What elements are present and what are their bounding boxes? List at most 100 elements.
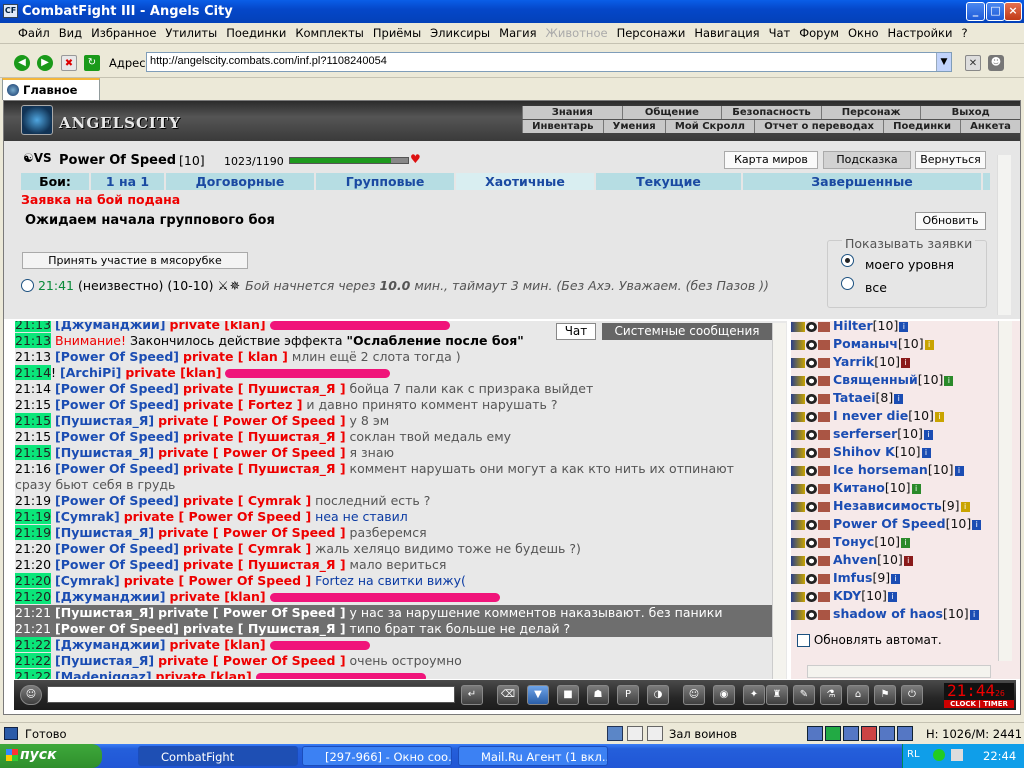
chat-nick[interactable]: [Пушистая_Я] — [55, 605, 154, 620]
nav-link[interactable]: Безопасность — [721, 106, 821, 119]
user-row[interactable]: Тонус[10] i — [791, 533, 1006, 551]
user-row[interactable]: Ahven[10] i — [791, 551, 1006, 569]
users-scrollbar[interactable] — [998, 321, 1012, 661]
user-row[interactable]: Tataei[8] i — [791, 389, 1006, 407]
chat-private-target[interactable]: private [ Fortez ] — [183, 397, 302, 412]
start-button[interactable]: пуск — [0, 744, 102, 768]
user-info-icon[interactable]: i — [934, 411, 944, 422]
chat-private-target[interactable]: private [ Пушистая_Я ] — [183, 381, 346, 396]
player-name[interactable]: Power Of Speed — [59, 153, 176, 168]
task-combatfight[interactable]: CombatFight — [138, 746, 298, 766]
refresh-icon[interactable]: ↻ — [84, 55, 100, 71]
eraser-icon[interactable]: ⌫ — [497, 685, 519, 705]
notes-status-icon[interactable] — [627, 726, 643, 741]
potion-icon[interactable]: ⚗ — [820, 685, 842, 705]
chat-private-target[interactable]: private [ Cymrak ] — [183, 541, 311, 556]
chat-nick[interactable]: [Джуманджии] — [55, 637, 166, 652]
menu-item[interactable]: Персонажи — [617, 26, 686, 43]
chat-nick[interactable]: [Пушистая_Я] — [55, 525, 154, 540]
menu-item[interactable]: Утилиты — [165, 26, 217, 43]
battle-tab[interactable]: Хаотичные — [456, 173, 596, 190]
chat-private-target[interactable]: private [klan] — [156, 669, 252, 679]
shield-icon[interactable]: ◑ — [647, 685, 669, 705]
auto-refresh-checkbox[interactable] — [797, 634, 810, 647]
network-tray-icon[interactable] — [951, 749, 963, 761]
hint-button[interactable]: Подсказка — [823, 151, 911, 169]
menu-item[interactable]: Вид — [59, 26, 82, 43]
maximize-button[interactable]: □ — [986, 2, 1005, 21]
task-mailru-agent[interactable]: Mail.Ru Агент (1 вкл... — [458, 746, 608, 766]
users-hscrollbar[interactable] — [807, 665, 991, 678]
battle-radio[interactable] — [21, 279, 34, 292]
user-info-icon[interactable]: i — [972, 519, 982, 530]
user-row[interactable]: Hilter[10] i — [791, 317, 1006, 335]
chat-nick[interactable]: [Пушистая_Я] — [55, 445, 154, 460]
chat-nick[interactable]: [Power Of Speed] — [55, 461, 179, 476]
tab-main[interactable]: Главное — [2, 78, 100, 100]
home-icon[interactable]: ⌂ — [847, 685, 869, 705]
chat-nick[interactable]: [Cymrak] — [55, 509, 120, 524]
menu-item[interactable]: Окно — [848, 26, 879, 43]
battle-tab[interactable]: Завершенные — [743, 173, 983, 190]
join-battle-button[interactable]: Принять участие в мясорубке — [22, 252, 248, 269]
chat-private-target[interactable]: private [ klan ] — [183, 349, 288, 364]
user-nick[interactable]: Yarrik — [833, 354, 874, 369]
tool-icon-3[interactable] — [843, 726, 859, 741]
chat-private-target[interactable]: private [ Cymrak ] — [183, 493, 311, 508]
tab-system-messages[interactable]: Системные сообщения — [602, 323, 772, 340]
chat-nick[interactable]: [Джуманджии] — [55, 589, 166, 604]
nav-link[interactable]: Персонаж — [820, 106, 921, 119]
chat-private-target[interactable]: private [klan] — [125, 365, 221, 380]
chat-nick[interactable]: [Power Of Speed] — [55, 429, 179, 444]
radio-all[interactable] — [841, 277, 854, 290]
tool-icon-5[interactable] — [879, 726, 895, 741]
chat-private-target[interactable]: private [ Power Of Speed ] — [124, 573, 311, 588]
smiley-menu-icon[interactable]: ☺ — [20, 685, 42, 705]
chat-nick[interactable]: [Power Of Speed] — [55, 621, 179, 636]
chat-nick[interactable]: [Пушистая_Я] — [55, 413, 154, 428]
nav-link[interactable]: Инвентарь — [522, 120, 603, 133]
user-info-icon[interactable]: i — [894, 393, 904, 404]
exit-icon[interactable]: ⏻ — [901, 685, 923, 705]
chat-nick[interactable]: [Power Of Speed] — [55, 557, 179, 572]
user-row[interactable]: I never die[10] i — [791, 407, 1006, 425]
user-nick[interactable]: Hilter — [833, 318, 873, 333]
chat-private-target[interactable]: private [klan] — [170, 637, 266, 652]
user-row[interactable]: serferser[10] i — [791, 425, 1006, 443]
user-nick[interactable]: Романыч — [833, 336, 898, 351]
tool-icon-1[interactable] — [807, 726, 823, 741]
user-row[interactable]: Imfus[9] i — [791, 569, 1006, 587]
user-info-icon[interactable]: i — [923, 429, 933, 440]
smiley-icon[interactable]: ☺ — [683, 685, 705, 705]
user-row[interactable]: KDY[10] i — [791, 587, 1006, 605]
nav-link[interactable]: Поединки — [883, 120, 960, 133]
close-button[interactable]: × — [1004, 2, 1022, 21]
chat-nick[interactable]: [Джуманджии] — [55, 321, 166, 332]
scroll-icon[interactable]: ✎ — [793, 685, 815, 705]
refresh-button[interactable]: Обновить — [915, 212, 986, 230]
tool-icon-2[interactable] — [825, 726, 841, 741]
filter-icon[interactable]: ▼ — [527, 685, 549, 705]
lang-indicator[interactable]: RL — [907, 749, 920, 760]
return-button[interactable]: Вернуться — [915, 151, 986, 169]
chat-nick[interactable]: [Power Of Speed] — [55, 381, 179, 396]
chat-private-target[interactable]: private [ Пушистая_Я ] — [183, 557, 346, 572]
user-info-icon[interactable]: i — [900, 537, 910, 548]
chat-nick[interactable]: [ArchiPi] — [60, 365, 121, 380]
menu-item[interactable]: Поединки — [226, 26, 286, 43]
panel-scrollbar[interactable] — [997, 155, 1011, 315]
chat-private-target[interactable]: private [ Power Of Speed ] — [158, 413, 345, 428]
helmet-icon[interactable]: ◉ — [713, 685, 735, 705]
nav-link[interactable]: Умения — [602, 120, 665, 133]
menu-item[interactable]: Комплекты — [295, 26, 364, 43]
fighter-icon[interactable]: ☗ — [587, 685, 609, 705]
user-row[interactable]: Независимость[9] i — [791, 497, 1006, 515]
menu-item[interactable]: Приёмы — [373, 26, 421, 43]
flag-icon[interactable]: ⚑ — [874, 685, 896, 705]
nav-link[interactable]: Анкета — [960, 120, 1020, 133]
nav-link[interactable]: Выход — [920, 106, 1020, 119]
user-nick[interactable]: serferser — [833, 426, 897, 441]
nav-link[interactable]: Отчет о переводах — [754, 120, 883, 133]
chat-nick[interactable]: [Power Of Speed] — [55, 493, 179, 508]
list-status-icon[interactable] — [647, 726, 663, 741]
